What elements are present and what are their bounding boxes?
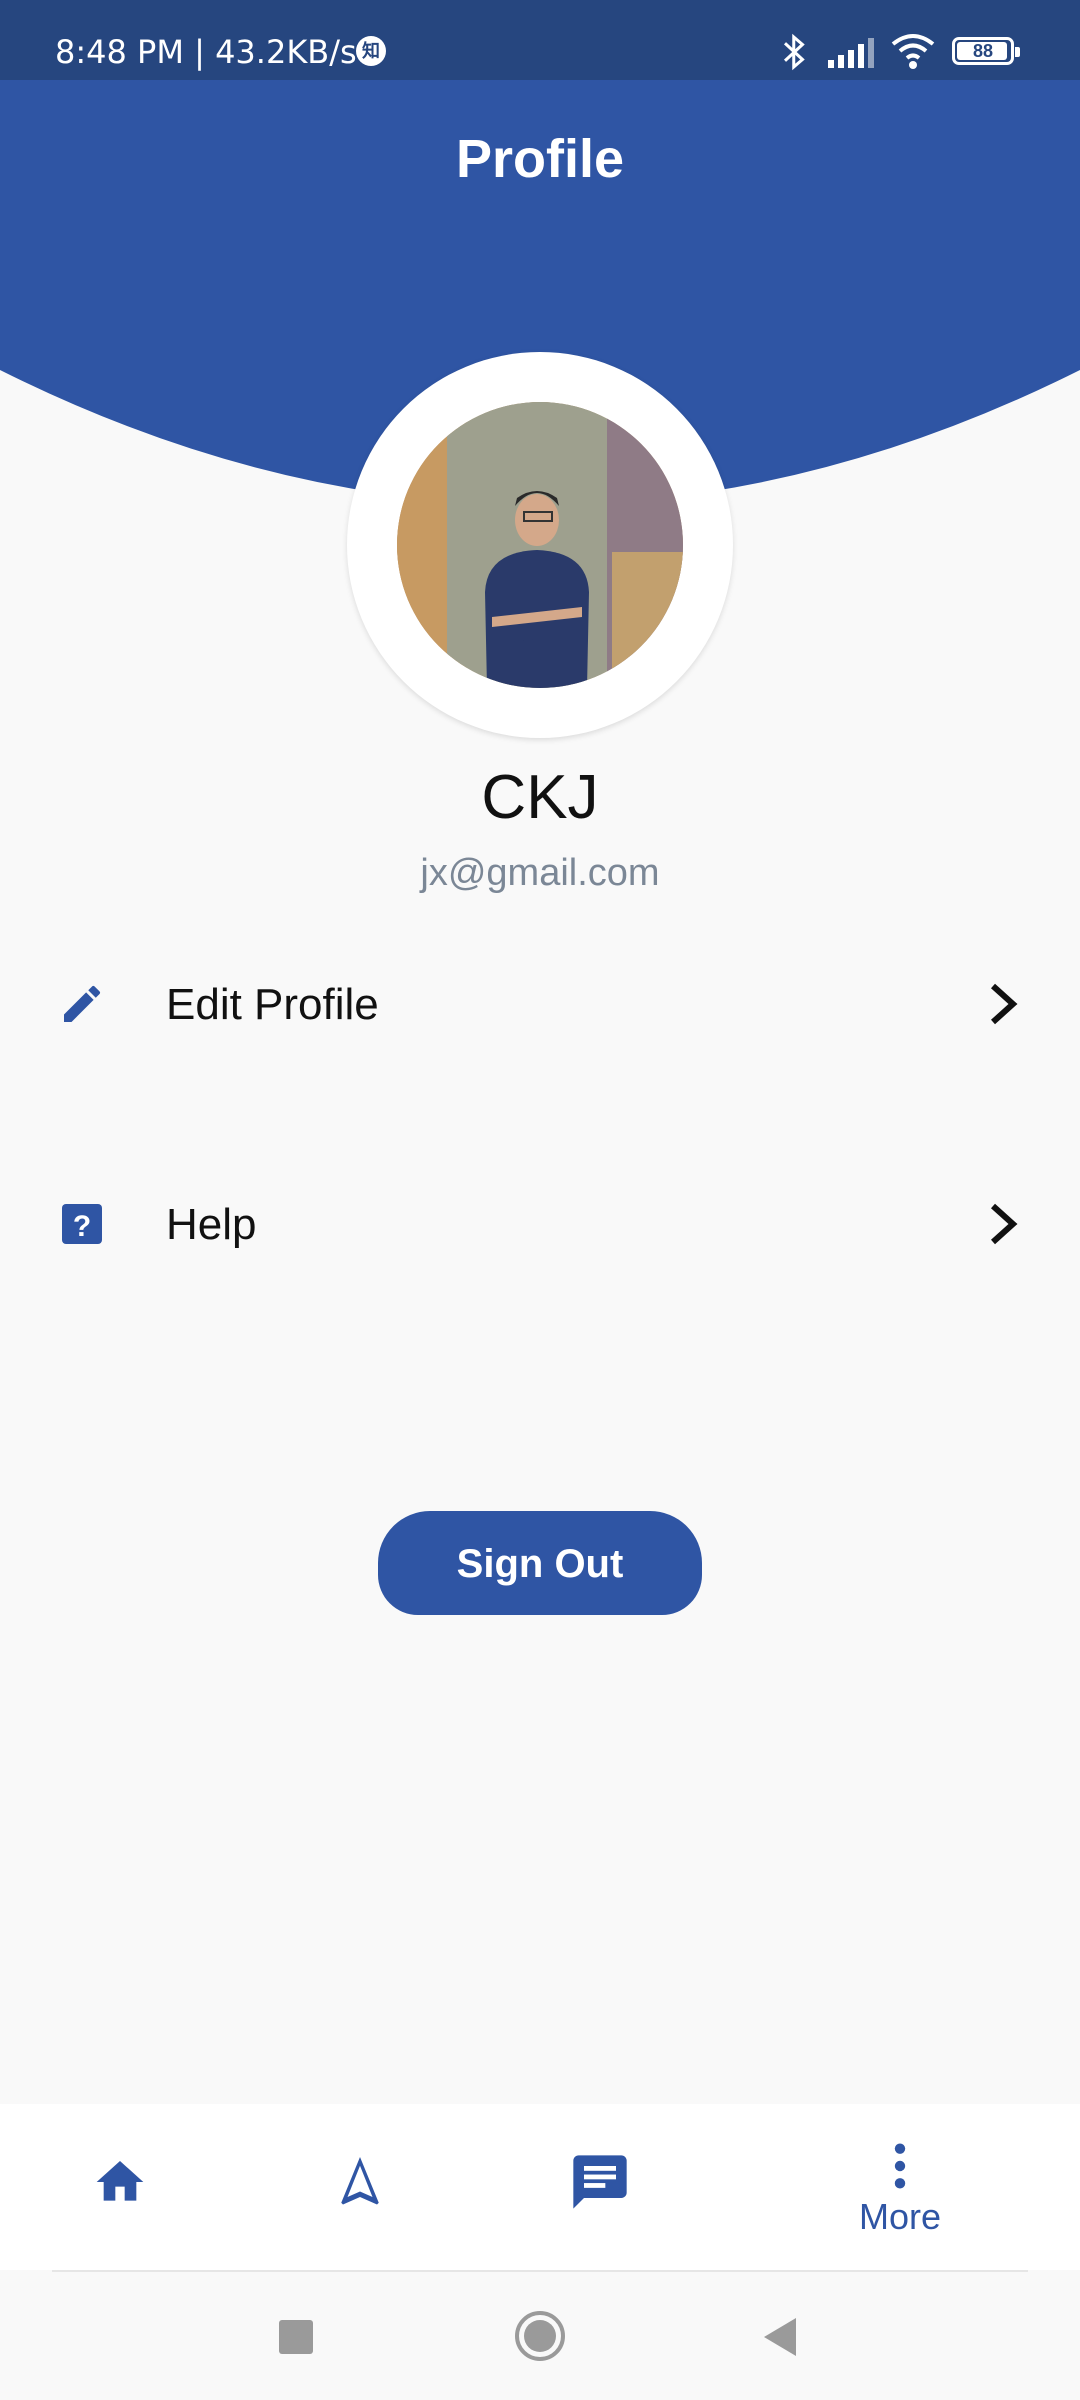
user-name: CKJ xyxy=(481,763,599,832)
square-icon[interactable] xyxy=(279,2320,313,2354)
battery-level: 88 xyxy=(972,41,994,61)
pencil-icon xyxy=(64,985,101,1022)
battery-icon: 88 xyxy=(952,37,1020,65)
page-title: Profile xyxy=(455,129,625,189)
nav-more[interactable]: More xyxy=(820,2104,980,2270)
back-triangle-icon[interactable] xyxy=(760,2316,798,2358)
user-email: jx@gmail.com xyxy=(420,852,660,894)
system-navigation xyxy=(0,2272,1080,2400)
bluetooth-icon xyxy=(783,33,805,71)
edit-profile-label: Edit Profile xyxy=(166,980,379,1029)
circle-icon[interactable] xyxy=(515,2311,565,2361)
bottom-navigation: More xyxy=(0,2104,1080,2270)
avatar-photo xyxy=(397,402,683,688)
home-icon xyxy=(96,2161,144,2201)
sign-out-button[interactable]: Sign Out xyxy=(378,1511,702,1615)
help-label: Help xyxy=(166,1200,257,1249)
nav-home[interactable] xyxy=(60,2104,180,2270)
help-item[interactable]: ? Help xyxy=(0,1158,1080,1288)
signal-icon xyxy=(828,38,874,68)
svg-text:?: ? xyxy=(73,1210,91,1243)
help-icon: ? xyxy=(62,1204,102,1244)
message-icon xyxy=(573,2155,627,2209)
chevron-right-icon xyxy=(990,983,1018,1025)
app-notification-icon: 知 xyxy=(356,36,386,66)
status-bar: 8:48 PM | 43.2KB/s 知 88 xyxy=(0,0,1080,80)
status-time: 8:48 PM | 43.2KB/s xyxy=(55,33,357,71)
nav-navigation[interactable] xyxy=(300,2104,420,2270)
navigation-icon xyxy=(341,2157,379,2205)
status-icons: 88 xyxy=(780,28,1040,78)
avatar[interactable] xyxy=(397,402,683,688)
nav-more-label: More xyxy=(858,2196,942,2237)
nav-messages[interactable] xyxy=(540,2104,660,2270)
chevron-right-icon xyxy=(990,1203,1018,1245)
edit-profile-item[interactable]: Edit Profile xyxy=(0,938,1080,1068)
more-vert-icon xyxy=(894,2143,906,2189)
wifi-icon xyxy=(891,34,935,69)
